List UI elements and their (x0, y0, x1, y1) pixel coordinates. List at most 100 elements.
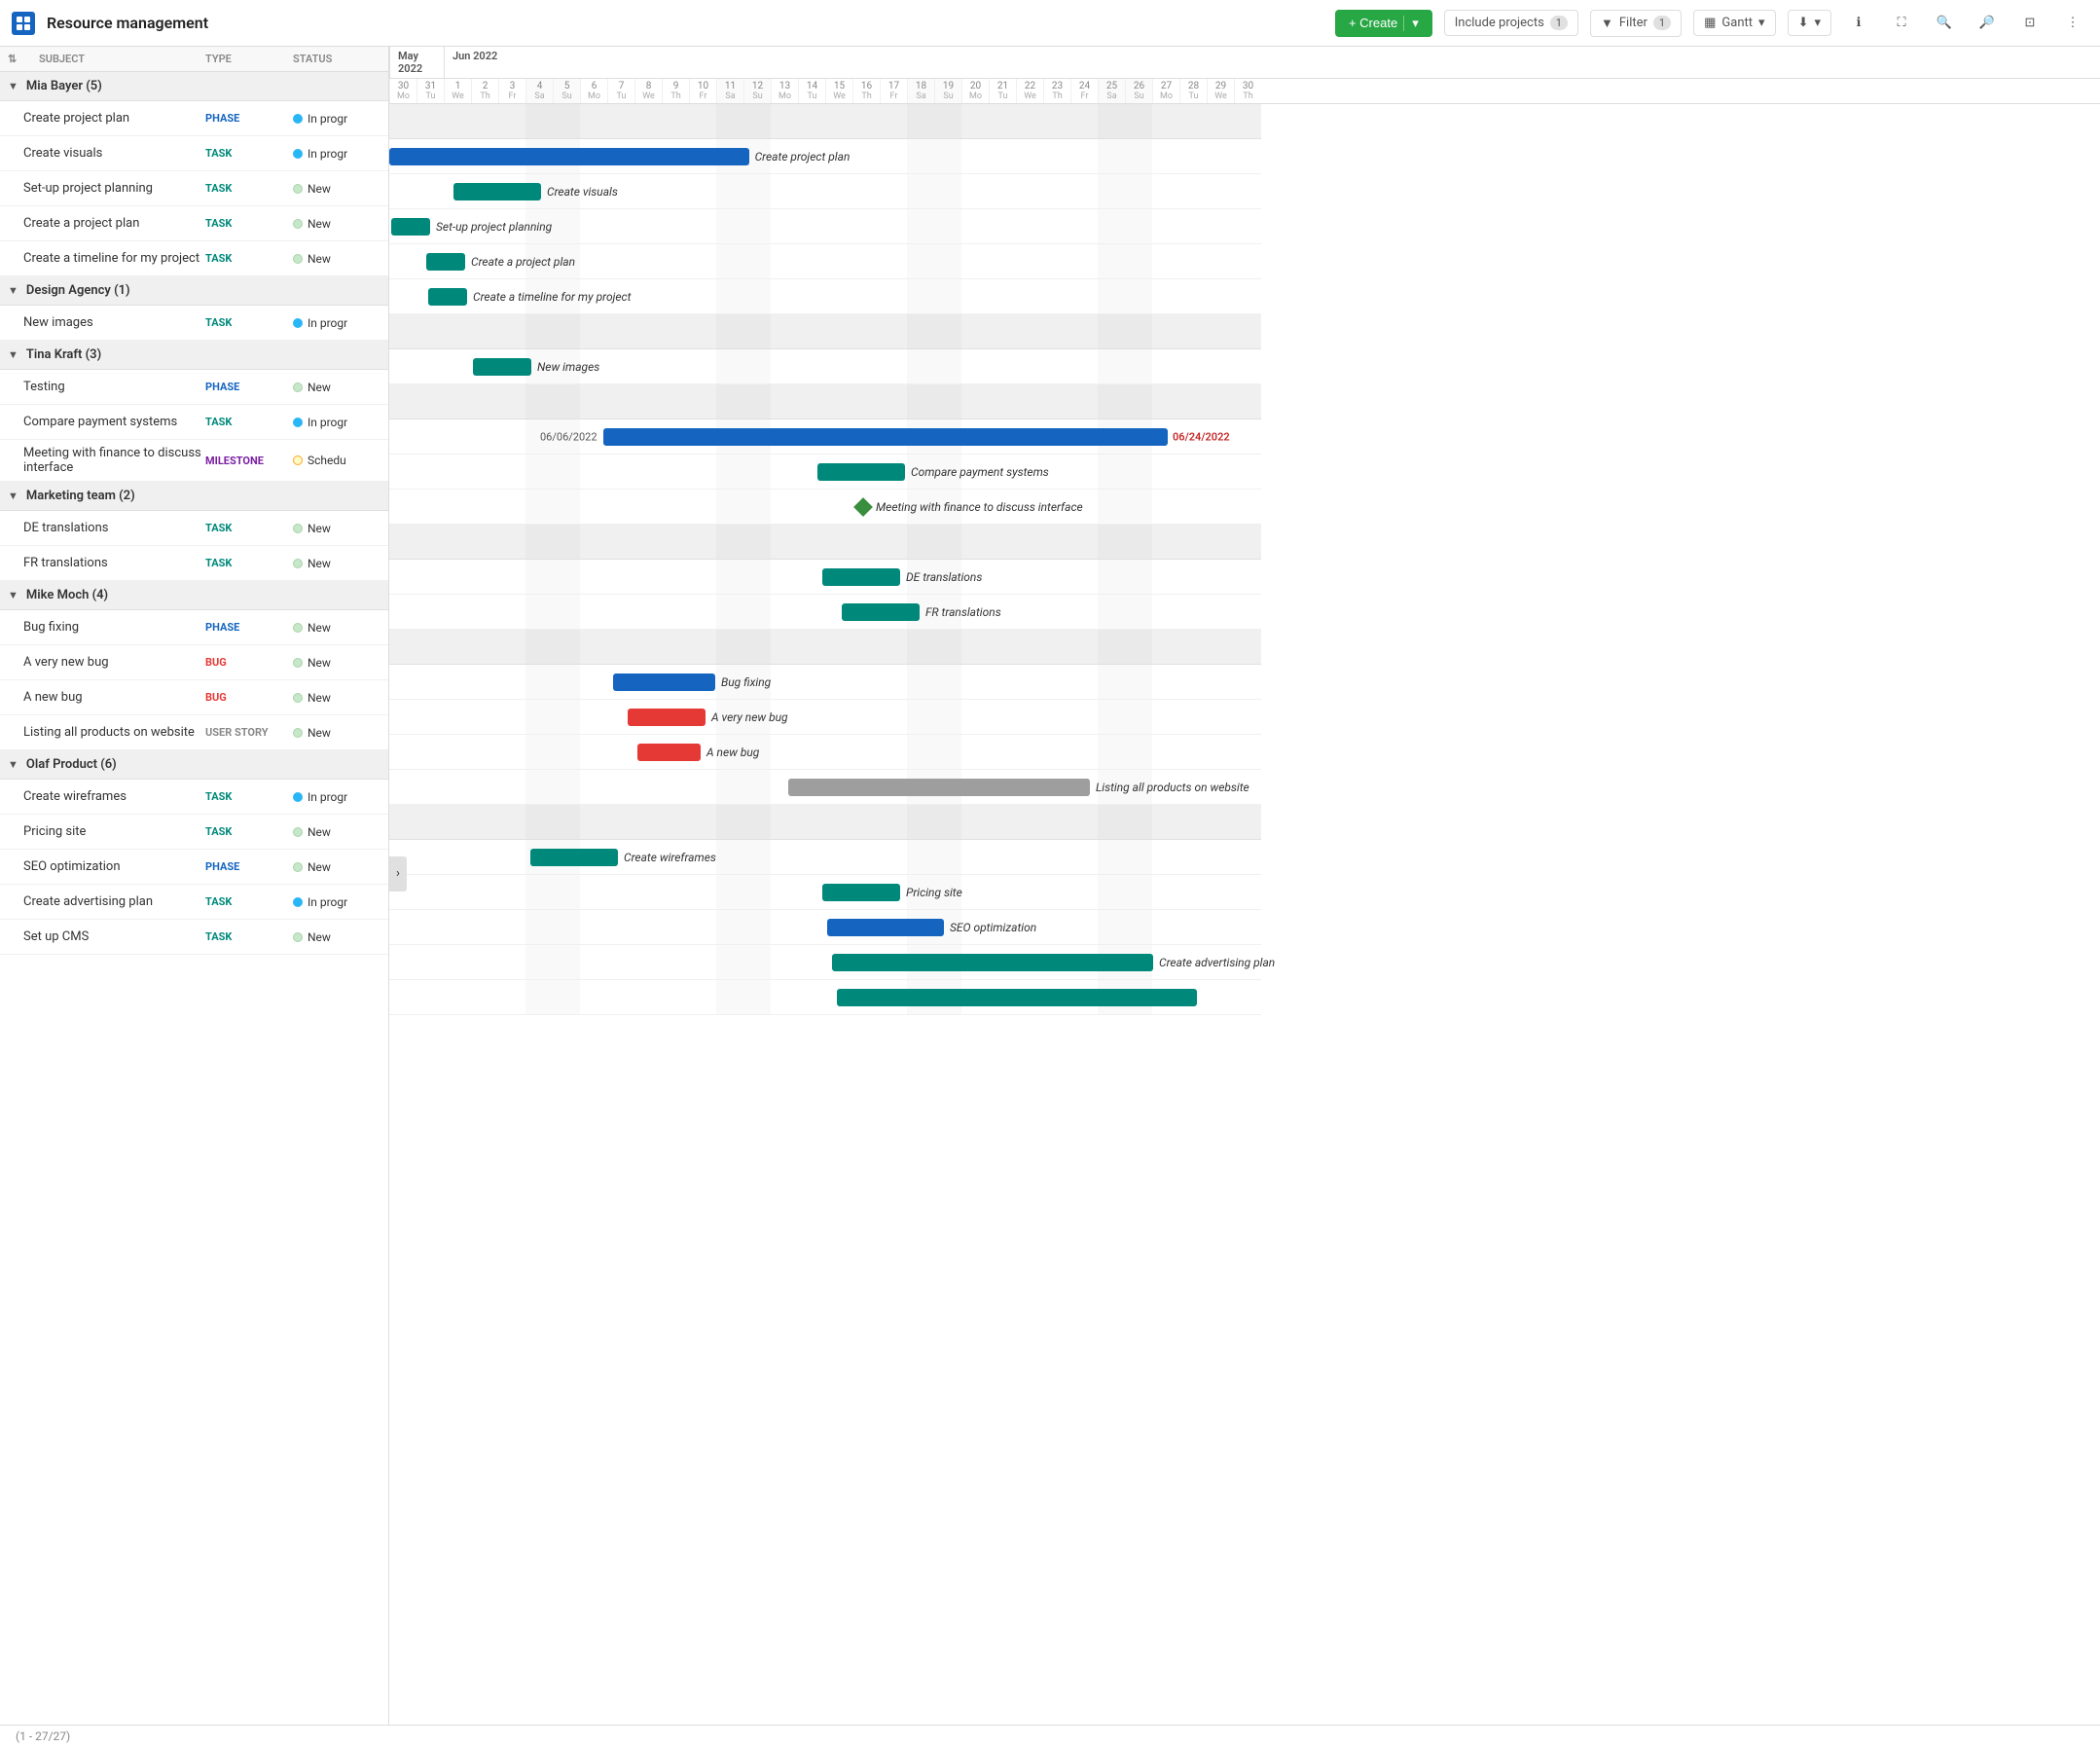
task-status: In progr (293, 790, 380, 804)
zoom-in-button[interactable]: 🔍 (1929, 8, 1960, 39)
gantt-bar[interactable] (822, 568, 900, 586)
gantt-panel[interactable]: May 2022Jun 2022 30Mo31Tu1We2Th3Fr4Sa5Su… (389, 47, 2100, 1747)
task-name: New images (23, 315, 205, 330)
day-cell: 29We (1207, 79, 1234, 103)
expand-button[interactable]: ⛶ (1886, 8, 1917, 39)
gantt-bar[interactable] (827, 919, 944, 936)
info-button[interactable]: ℹ (1843, 8, 1874, 39)
col-type-header: TYPE (205, 53, 293, 65)
gantt-bar[interactable] (832, 954, 1153, 971)
day-cell: 15We (825, 79, 852, 103)
gantt-task-row: Set-up project planning (389, 209, 1261, 244)
task-row[interactable]: New images TASK In progr (0, 306, 388, 341)
gantt-task-row: New images (389, 349, 1261, 384)
gantt-bar[interactable] (530, 849, 618, 866)
gantt-bar[interactable] (426, 253, 465, 271)
gantt-bar[interactable] (837, 989, 1197, 1006)
day-cell: 23Th (1043, 79, 1070, 103)
gantt-bar[interactable] (473, 358, 531, 376)
task-row[interactable]: Testing PHASE New (0, 370, 388, 405)
filter-button[interactable]: ▼ Filter 1 (1590, 10, 1682, 37)
gantt-group-row (389, 384, 1261, 419)
gantt-bar[interactable] (842, 603, 920, 621)
filter-icon: ▼ (1601, 16, 1613, 31)
task-row[interactable]: Create advertising plan TASK In progr (0, 885, 388, 920)
task-row[interactable]: Set-up project planning TASK New (0, 171, 388, 206)
gantt-task-row: Meeting with finance to discuss interfac… (389, 490, 1261, 525)
task-row[interactable]: FR translations TASK New (0, 546, 388, 581)
status-label: In progr (308, 895, 347, 909)
status-label: New (308, 691, 331, 705)
export-button[interactable]: ⬇ ▾ (1788, 10, 1831, 36)
group-row[interactable]: ▼ Mike Moch (4) (0, 581, 388, 610)
zoom-out-button[interactable]: 🔎 (1972, 8, 2003, 39)
task-row[interactable]: A new bug BUG New (0, 680, 388, 715)
task-row[interactable]: SEO optimization PHASE New (0, 850, 388, 885)
task-row[interactable]: A very new bug BUG New (0, 645, 388, 680)
task-row[interactable]: Create visuals TASK In progr (0, 136, 388, 171)
gantt-bar[interactable] (391, 218, 430, 236)
create-button[interactable]: + Create ▾ (1335, 10, 1432, 37)
gantt-bar[interactable] (389, 148, 749, 165)
task-row[interactable]: Listing all products on website USER STO… (0, 715, 388, 750)
task-row[interactable]: Pricing site TASK New (0, 815, 388, 850)
sort-icon[interactable]: ⇅ (8, 53, 31, 65)
status-dot (293, 149, 303, 159)
task-row[interactable]: Meeting with finance to discuss interfac… (0, 440, 388, 482)
day-cell: 16Th (852, 79, 880, 103)
app-header: Resource management + Create ▾ Include p… (0, 0, 2100, 47)
fit-button[interactable]: ⊡ (2014, 8, 2046, 39)
group-row[interactable]: ▼ Marketing team (2) (0, 482, 388, 511)
gantt-bar-label: FR translations (925, 605, 1001, 619)
status-dot (293, 827, 303, 837)
task-status: New (293, 621, 380, 635)
gantt-bar[interactable] (453, 183, 541, 200)
gantt-bar[interactable] (788, 779, 1090, 796)
gantt-bar-label: SEO optimization (950, 921, 1036, 934)
status-dot (293, 114, 303, 124)
task-row[interactable]: Bug fixing PHASE New (0, 610, 388, 645)
group-row[interactable]: ▼ Mia Bayer (5) (0, 72, 388, 101)
gantt-bar[interactable] (628, 709, 706, 726)
gantt-bar[interactable] (613, 673, 715, 691)
task-row[interactable]: Create a project plan TASK New (0, 206, 388, 241)
group-row[interactable]: ▼ Olaf Product (6) (0, 750, 388, 780)
gantt-bar[interactable] (637, 744, 701, 761)
task-row[interactable]: Create a timeline for my project TASK Ne… (0, 241, 388, 276)
gantt-task-row: Bug fixing (389, 665, 1261, 700)
task-status: Schedu (293, 454, 380, 467)
gantt-bar-testing[interactable] (603, 428, 1168, 446)
gantt-group-row (389, 525, 1261, 560)
task-name: Create a timeline for my project (23, 251, 205, 266)
task-row[interactable]: Set up CMS TASK New (0, 920, 388, 955)
gantt-task-row: DE translations (389, 560, 1261, 595)
more-button[interactable]: ⋮ (2057, 8, 2088, 39)
group-row[interactable]: ▼ Design Agency (1) (0, 276, 388, 306)
group-name: Mike Moch (4) (26, 588, 108, 602)
status-label: New (308, 557, 331, 570)
scroll-indicator[interactable]: › (389, 856, 407, 892)
include-projects-button[interactable]: Include projects 1 (1444, 10, 1578, 36)
task-type: TASK (205, 316, 293, 329)
day-cell: 17Fr (880, 79, 907, 103)
create-dropdown-chevron[interactable]: ▾ (1403, 16, 1419, 31)
task-status: New (293, 691, 380, 705)
group-row[interactable]: ▼ Tina Kraft (3) (0, 341, 388, 370)
task-type: TASK (205, 217, 293, 230)
gantt-view-button[interactable]: ▦ Gantt ▾ (1693, 10, 1775, 36)
collapse-icon: ▼ (8, 80, 18, 92)
status-dot (293, 862, 303, 872)
task-row[interactable]: Create project plan PHASE In progr (0, 101, 388, 136)
gantt-bar[interactable] (428, 288, 467, 306)
task-row[interactable]: Compare payment systems TASK In progr (0, 405, 388, 440)
gantt-bar[interactable] (822, 884, 900, 901)
gantt-bar[interactable] (817, 463, 905, 481)
task-type: PHASE (205, 381, 293, 393)
task-row[interactable]: DE translations TASK New (0, 511, 388, 546)
task-row[interactable]: Create wireframes TASK In progr (0, 780, 388, 815)
filter-count: 1 (1653, 16, 1671, 30)
status-dot (293, 792, 303, 802)
task-name: Pricing site (23, 824, 205, 839)
list-groups: ▼ Mia Bayer (5) Create project plan PHAS… (0, 72, 388, 955)
task-name: Bug fixing (23, 620, 205, 635)
